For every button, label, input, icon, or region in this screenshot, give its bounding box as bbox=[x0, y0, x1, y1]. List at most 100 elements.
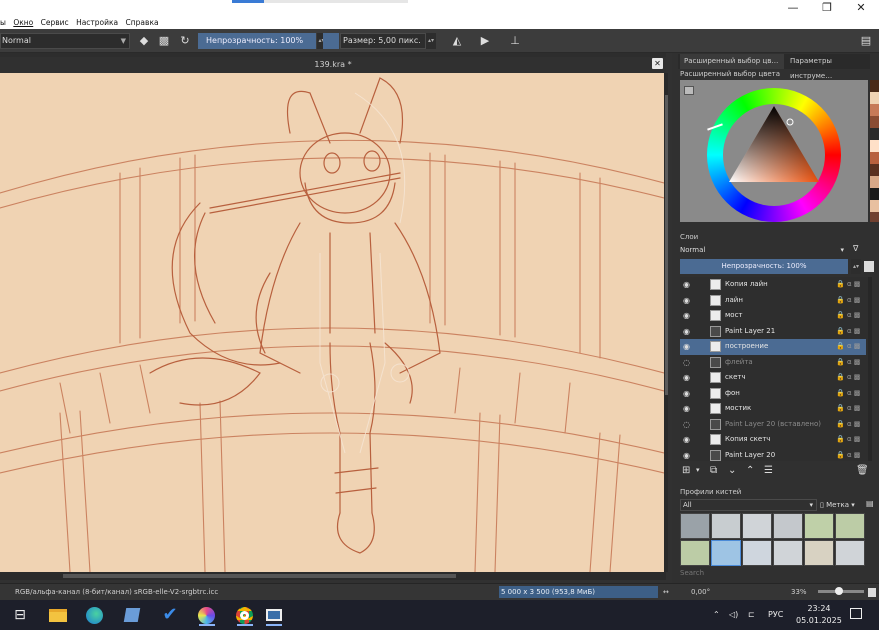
color-history-swatches[interactable] bbox=[870, 80, 879, 222]
tab-tool-options[interactable]: Параметры инструме… bbox=[786, 54, 874, 80]
fullscreen-icon[interactable] bbox=[868, 588, 876, 597]
brush-preset[interactable] bbox=[742, 513, 772, 539]
layer-row[interactable]: ◉ мост 🔒 α ▩ bbox=[680, 308, 866, 324]
clock-date[interactable]: 05.01.2025 bbox=[796, 616, 842, 625]
brush-size-slider[interactable]: Размер: 5,00 пикс. bbox=[340, 33, 426, 49]
tab-color-selector[interactable]: Расширенный выбор цв… bbox=[680, 54, 784, 69]
layer-row[interactable]: ◉ Копия лайн 🔒 α ▩ bbox=[680, 277, 866, 293]
eye-icon[interactable]: ◉ bbox=[683, 277, 693, 292]
brush-preset[interactable] bbox=[804, 540, 834, 566]
file-explorer-icon[interactable] bbox=[46, 604, 70, 626]
layer-list-scrollbar[interactable] bbox=[868, 277, 872, 461]
layer-opacity-slider[interactable]: Непрозрачность: 100% bbox=[680, 259, 848, 274]
todo-app-icon[interactable]: ✔ bbox=[158, 604, 182, 626]
clock-time[interactable]: 23:24 bbox=[804, 604, 834, 613]
layer-blend-select[interactable]: Normal ▾ bbox=[680, 244, 848, 256]
size-spin[interactable]: ▴▾ bbox=[426, 33, 436, 49]
eye-closed-icon[interactable]: ◌ bbox=[683, 355, 693, 370]
menu-item-partial[interactable]: ы bbox=[0, 18, 6, 27]
layer-flags-icons[interactable]: 🔒 α ▩ bbox=[836, 277, 860, 292]
mirror-vertical-icon[interactable]: ▶ bbox=[478, 34, 492, 48]
wrap-around-icon[interactable]: ⊥ bbox=[508, 34, 522, 48]
mirror-horizontal-icon[interactable]: ◭ bbox=[450, 34, 464, 48]
chrome-browser-icon[interactable] bbox=[233, 604, 257, 626]
task-view-icon[interactable]: ⊟ bbox=[8, 604, 32, 626]
alpha-lock-icon[interactable]: ▩ bbox=[157, 34, 171, 48]
layer-row[interactable]: ◉ скетч 🔒 α ▩ bbox=[680, 370, 866, 386]
brush-tag-filter[interactable]: All ▾ bbox=[680, 499, 817, 511]
delete-layer-icon[interactable]: 🗑 bbox=[856, 463, 869, 478]
eye-icon[interactable]: ◉ bbox=[683, 308, 693, 323]
notes-app-icon[interactable] bbox=[120, 604, 144, 626]
color-selector[interactable] bbox=[680, 80, 868, 222]
opacity-slider[interactable]: Непрозрачность: 100% bbox=[198, 33, 316, 49]
canvas-hscroll-thumb[interactable] bbox=[63, 574, 456, 578]
document-tab[interactable]: 139.kra * bbox=[0, 57, 666, 73]
canvas-vscroll-thumb[interactable] bbox=[665, 95, 668, 395]
move-down-icon[interactable]: ⌄ bbox=[728, 463, 736, 478]
menu-item-window[interactable]: Окно bbox=[13, 18, 33, 27]
eye-icon[interactable]: ◉ bbox=[683, 448, 693, 463]
layer-flags-icons[interactable]: 🔒 α ▩ bbox=[836, 401, 860, 416]
size-slider-fill[interactable] bbox=[323, 33, 339, 49]
layer-row[interactable]: ◉ Paint Layer 21 🔒 α ▩ bbox=[680, 324, 866, 340]
edge-browser-icon[interactable] bbox=[83, 604, 107, 626]
layer-opacity-spin[interactable]: ▴▾ bbox=[851, 259, 861, 274]
brush-preset[interactable] bbox=[835, 513, 865, 539]
layer-flags-icons[interactable]: 🔒 α ▩ bbox=[836, 432, 860, 447]
minimize-button[interactable]: — bbox=[776, 0, 810, 17]
brush-preset[interactable] bbox=[680, 540, 710, 566]
layer-row[interactable]: ◉ Paint Layer 20 🔒 α ▩ bbox=[680, 448, 866, 464]
layer-flags-icons[interactable]: 🔒 α ▩ bbox=[836, 324, 860, 339]
layer-row[interactable]: ◉ мостик 🔒 α ▩ bbox=[680, 401, 866, 417]
color-settings-icon[interactable] bbox=[684, 86, 694, 95]
eraser-icon[interactable]: ◆ bbox=[137, 34, 151, 48]
blend-mode-select[interactable]: Normal ▼ bbox=[0, 33, 130, 49]
brush-search-input[interactable]: Search bbox=[680, 569, 870, 580]
brush-preset-selected[interactable] bbox=[711, 540, 741, 566]
reload-preset-icon[interactable]: ↻ bbox=[178, 34, 192, 48]
layer-row[interactable]: ◉ фон 🔒 α ▩ bbox=[680, 386, 866, 402]
brush-preset[interactable] bbox=[773, 513, 803, 539]
rotation-icon[interactable]: ↔ bbox=[663, 584, 669, 601]
layer-row[interactable]: ◉ Копия скетч 🔒 α ▩ bbox=[680, 432, 866, 448]
layer-flags-icons[interactable]: 🔒 α ▩ bbox=[836, 448, 860, 463]
maximize-button[interactable]: ❐ bbox=[810, 0, 844, 17]
tray-overflow-icon[interactable]: ⌃ bbox=[713, 610, 720, 619]
layer-menu-icon[interactable] bbox=[864, 261, 874, 272]
color-triangle[interactable] bbox=[723, 104, 825, 206]
brush-preset[interactable] bbox=[711, 513, 741, 539]
add-layer-icon[interactable]: ⊞ bbox=[682, 463, 690, 478]
menu-item-tools[interactable]: Сервис bbox=[41, 18, 69, 27]
eye-icon[interactable]: ◉ bbox=[683, 293, 693, 308]
close-window-button[interactable]: ✕ bbox=[844, 0, 878, 17]
layer-properties-icon[interactable]: ☰ bbox=[764, 463, 773, 478]
network-icon[interactable]: ⊏ bbox=[748, 610, 755, 619]
brush-view-icon[interactable]: ▤ bbox=[866, 499, 876, 510]
brush-preset[interactable] bbox=[773, 540, 803, 566]
move-up-icon[interactable]: ⌃ bbox=[746, 463, 754, 478]
eye-icon[interactable]: ◉ bbox=[683, 401, 693, 416]
zoom-slider-handle[interactable] bbox=[835, 587, 843, 595]
layer-row[interactable]: ◉ лайн 🔒 α ▩ bbox=[680, 293, 866, 309]
notifications-icon[interactable] bbox=[850, 608, 862, 619]
zoom-value[interactable]: 33% bbox=[791, 584, 807, 601]
eye-icon[interactable]: ◉ bbox=[683, 324, 693, 339]
layer-flags-icons[interactable]: 🔒 α ▩ bbox=[836, 355, 860, 370]
filter-icon[interactable]: ∇ bbox=[853, 244, 858, 253]
volume-icon[interactable]: ◁) bbox=[729, 610, 738, 619]
eye-icon[interactable]: ◉ bbox=[683, 386, 693, 401]
brush-preset[interactable] bbox=[804, 513, 834, 539]
input-language[interactable]: РУС bbox=[768, 610, 783, 619]
rotation-value[interactable]: 0,00° bbox=[691, 584, 710, 601]
layer-flags-icons[interactable]: 🔒 α ▩ bbox=[836, 417, 860, 432]
layer-flags-icons[interactable]: 🔒 α ▩ bbox=[836, 370, 860, 385]
layer-flags-icons[interactable]: 🔒 α ▩ bbox=[836, 308, 860, 323]
panel-menu-icon[interactable]: ▤ bbox=[859, 34, 873, 48]
window-app-icon[interactable] bbox=[262, 604, 286, 626]
layer-flags-icons[interactable]: 🔒 α ▩ bbox=[836, 339, 860, 354]
brush-preset[interactable] bbox=[680, 513, 710, 539]
chevron-down-icon[interactable]: ▾ bbox=[696, 463, 700, 478]
brush-preset[interactable] bbox=[835, 540, 865, 566]
layer-list[interactable]: ◉ Копия лайн 🔒 α ▩ ◉ лайн 🔒 α ▩ ◉ мост 🔒 α ▩ ◉ Pai… bbox=[680, 277, 868, 461]
